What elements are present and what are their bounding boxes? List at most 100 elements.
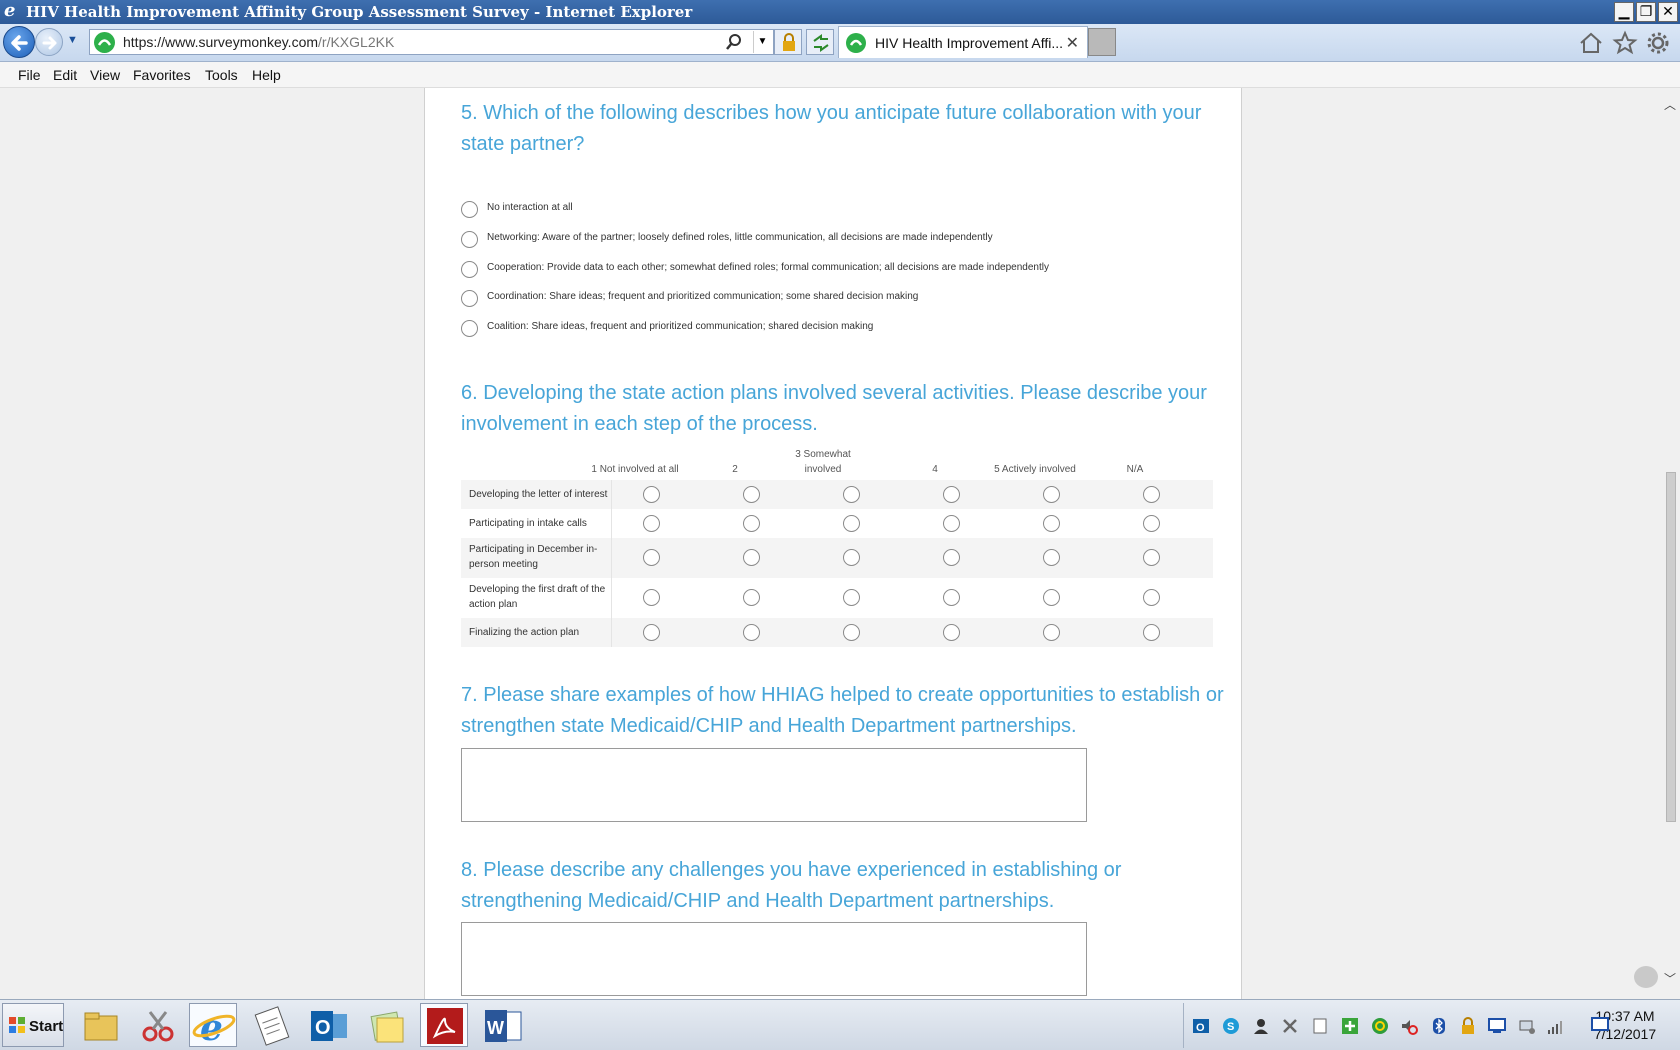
system-clock[interactable]: 10:37 AM 7/12/2017 bbox=[1572, 1007, 1678, 1043]
scrollbar-thumb[interactable] bbox=[1666, 472, 1676, 822]
q6-r2-na-radio[interactable] bbox=[1143, 515, 1160, 532]
document-tray-icon[interactable] bbox=[1311, 1017, 1329, 1035]
q6-r1-na-radio[interactable] bbox=[1143, 486, 1160, 503]
q6-r4-c3-radio[interactable] bbox=[843, 589, 860, 606]
forward-button[interactable] bbox=[35, 28, 63, 56]
back-button[interactable] bbox=[3, 26, 35, 58]
q6-r4-na-radio[interactable] bbox=[1143, 589, 1160, 606]
skype-tray-icon[interactable]: S bbox=[1222, 1017, 1240, 1035]
q5-radio-coalition[interactable] bbox=[461, 320, 478, 337]
security-lock-tray-icon[interactable] bbox=[1459, 1017, 1477, 1035]
taskbar-file-explorer[interactable] bbox=[76, 1003, 124, 1047]
bluetooth-tray-icon[interactable] bbox=[1430, 1017, 1448, 1035]
menu-view[interactable]: View bbox=[90, 67, 120, 83]
home-icon[interactable] bbox=[1578, 30, 1604, 56]
q6-r1-c1-radio[interactable] bbox=[643, 486, 660, 503]
q6-r3-c3-radio[interactable] bbox=[843, 549, 860, 566]
q6-r5-c4-radio[interactable] bbox=[943, 624, 960, 641]
outlook-tray-icon[interactable]: O bbox=[1192, 1017, 1210, 1035]
q6-r1-c3-radio[interactable] bbox=[843, 486, 860, 503]
internet-explorer-icon: e bbox=[4, 0, 16, 21]
svg-text:e: e bbox=[200, 1007, 223, 1048]
favorites-star-icon[interactable] bbox=[1612, 30, 1638, 56]
q6-r5-c1-radio[interactable] bbox=[643, 624, 660, 641]
address-url[interactable]: https://www.surveymonkey.com/r/KXGL2KK bbox=[123, 34, 394, 50]
security-lock-button[interactable] bbox=[774, 29, 802, 55]
q6-r3-c2-radio[interactable] bbox=[743, 549, 760, 566]
q6-r4-c2-radio[interactable] bbox=[743, 589, 760, 606]
browser-tab-active[interactable]: HIV Health Improvement Affi... ✕ bbox=[838, 26, 1088, 58]
q6-r1-c4-radio[interactable] bbox=[943, 486, 960, 503]
taskbar-notepad[interactable] bbox=[247, 1003, 295, 1047]
menu-help[interactable]: Help bbox=[252, 67, 281, 83]
taskbar-sticky-notes[interactable] bbox=[362, 1003, 410, 1047]
matrix-row-label: Developing the letter of interest bbox=[469, 489, 608, 500]
settings-gear-icon[interactable] bbox=[1645, 30, 1671, 56]
scroll-down-icon[interactable]: ﹀ bbox=[1664, 970, 1676, 987]
q6-r2-c1-radio[interactable] bbox=[643, 515, 660, 532]
menu-edit[interactable]: Edit bbox=[53, 67, 77, 83]
q6-r5-c3-radio[interactable] bbox=[843, 624, 860, 641]
history-dropdown-icon[interactable]: ▼ bbox=[67, 34, 81, 48]
taskbar-outlook[interactable]: O bbox=[304, 1003, 352, 1047]
q6-r5-c5-radio[interactable] bbox=[1043, 624, 1060, 641]
q5-radio-cooperation[interactable] bbox=[461, 261, 478, 278]
question-7-textarea[interactable] bbox=[461, 748, 1087, 822]
windows-flag-icon bbox=[9, 1017, 25, 1033]
minimize-button[interactable]: ▁ bbox=[1614, 2, 1634, 22]
clock-date: 7/12/2017 bbox=[1593, 1026, 1657, 1042]
q5-option-label: Networking: Aware of the partner; loosel… bbox=[487, 232, 993, 243]
show-desktop-icon[interactable] bbox=[1590, 1014, 1610, 1034]
question-8-textarea[interactable] bbox=[461, 922, 1087, 996]
scroll-up-icon[interactable]: ︿ bbox=[1664, 96, 1676, 113]
address-dropdown-icon[interactable]: ▼ bbox=[753, 31, 771, 53]
q6-r1-c2-radio[interactable] bbox=[743, 486, 760, 503]
q6-r2-c4-radio[interactable] bbox=[943, 515, 960, 532]
plus-tray-icon[interactable] bbox=[1341, 1017, 1359, 1035]
question-5-title: 5. Which of the following describes how … bbox=[461, 102, 1202, 155]
menu-bar: File Edit View Favorites Tools Help bbox=[0, 62, 1680, 88]
q6-r4-c5-radio[interactable] bbox=[1043, 589, 1060, 606]
signal-strength-tray-icon[interactable] bbox=[1546, 1017, 1564, 1035]
q6-r3-c4-radio[interactable] bbox=[943, 549, 960, 566]
restore-button[interactable]: ❐ bbox=[1636, 2, 1656, 22]
q6-r3-na-radio[interactable] bbox=[1143, 549, 1160, 566]
q6-r4-c1-radio[interactable] bbox=[643, 589, 660, 606]
vertical-scrollbar[interactable]: ︿ ﹀ bbox=[1662, 88, 1680, 999]
network-tray-icon[interactable] bbox=[1518, 1017, 1536, 1035]
menu-favorites[interactable]: Favorites bbox=[133, 67, 191, 83]
refresh-button[interactable] bbox=[806, 29, 834, 55]
sync-tray-icon[interactable] bbox=[1371, 1017, 1389, 1035]
taskbar-word[interactable]: W bbox=[478, 1003, 526, 1047]
volume-muted-tray-icon[interactable] bbox=[1400, 1017, 1418, 1035]
q6-r3-c1-radio[interactable] bbox=[643, 549, 660, 566]
q6-r2-c2-radio[interactable] bbox=[743, 515, 760, 532]
q5-radio-networking[interactable] bbox=[461, 231, 478, 248]
q5-radio-no-interaction[interactable] bbox=[461, 201, 478, 218]
svg-text:O: O bbox=[1196, 1022, 1205, 1034]
tools-tray-icon[interactable] bbox=[1281, 1017, 1299, 1035]
address-bar[interactable]: https://www.surveymonkey.com/r/KXGL2KK ▼ bbox=[89, 29, 774, 55]
display-tray-icon[interactable] bbox=[1488, 1017, 1506, 1035]
start-button[interactable]: Start bbox=[2, 1003, 64, 1047]
feedback-bubble-icon[interactable] bbox=[1634, 966, 1658, 988]
taskbar-snipping-tool[interactable] bbox=[133, 1003, 181, 1047]
q6-r3-c5-radio[interactable] bbox=[1043, 549, 1060, 566]
tab-close-icon[interactable]: ✕ bbox=[1066, 33, 1079, 53]
q6-r5-na-radio[interactable] bbox=[1143, 624, 1160, 641]
menu-tools[interactable]: Tools bbox=[205, 67, 238, 83]
menu-file[interactable]: File bbox=[18, 67, 41, 83]
taskbar-internet-explorer[interactable]: e bbox=[189, 1003, 237, 1049]
word-icon: W bbox=[485, 1010, 522, 1042]
search-icon[interactable] bbox=[725, 33, 743, 51]
q6-r2-c5-radio[interactable] bbox=[1043, 515, 1060, 532]
q6-r2-c3-radio[interactable] bbox=[843, 515, 860, 532]
taskbar-adobe-acrobat[interactable] bbox=[420, 1003, 468, 1047]
new-tab-button[interactable] bbox=[1088, 28, 1116, 56]
user-tray-icon[interactable] bbox=[1252, 1017, 1270, 1035]
q6-r1-c5-radio[interactable] bbox=[1043, 486, 1060, 503]
close-window-button[interactable]: ✕ bbox=[1658, 2, 1678, 22]
q5-radio-coordination[interactable] bbox=[461, 290, 478, 307]
q6-r4-c4-radio[interactable] bbox=[943, 589, 960, 606]
q6-r5-c2-radio[interactable] bbox=[743, 624, 760, 641]
